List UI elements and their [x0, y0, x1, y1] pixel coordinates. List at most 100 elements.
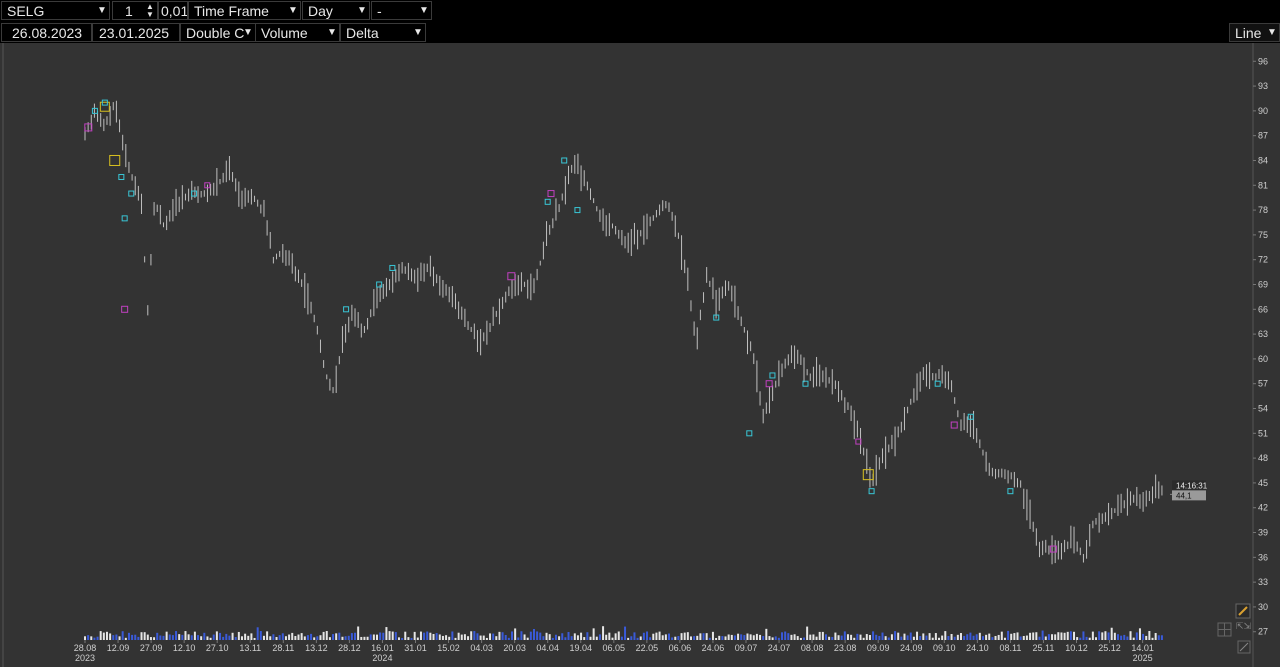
volume-bar — [639, 636, 642, 640]
volume-bar — [313, 637, 316, 640]
volume-bar — [1138, 628, 1141, 640]
volume-bar — [93, 637, 96, 640]
volume-bar — [724, 636, 727, 640]
volume-bar — [884, 636, 887, 640]
volume-bar — [598, 634, 601, 640]
chevron-down-icon[interactable]: ▼ — [356, 2, 368, 19]
chevron-down-icon[interactable]: ▼ — [287, 2, 299, 19]
volume-bar — [429, 632, 432, 640]
volume-bar — [159, 635, 162, 640]
volume-bar — [733, 635, 736, 640]
volume-bar — [784, 631, 787, 640]
volume-bar — [705, 633, 708, 640]
volume-bar — [922, 633, 925, 640]
symbol-select[interactable]: SELG ▼ — [1, 1, 110, 20]
volume-bar — [749, 634, 752, 640]
pencil-icon[interactable] — [1235, 603, 1251, 619]
x-tick-label: 23.08 — [834, 643, 857, 653]
volume-bar — [564, 637, 567, 640]
chevron-down-icon[interactable]: ▼ — [1266, 24, 1278, 41]
volume-bar — [118, 636, 121, 640]
chevron-down-icon[interactable]: ▼ — [242, 24, 254, 41]
volume-bar — [234, 637, 237, 640]
volume-bar — [840, 635, 843, 640]
tick-size-field[interactable]: 0,01 — [158, 1, 188, 20]
volume-bar — [1123, 634, 1126, 640]
volume-bar — [197, 635, 200, 640]
volume-bar — [470, 631, 473, 640]
chevron-down-icon[interactable]: ▼ — [418, 2, 430, 19]
volume-bar — [630, 636, 633, 640]
volume-bar — [649, 637, 652, 640]
volume-bar — [476, 633, 479, 640]
volume-bar — [696, 635, 699, 640]
date-to-field[interactable]: 23.01.2025 — [92, 23, 180, 42]
timeframe-label: Time Frame — [194, 3, 269, 19]
volume-bar — [1032, 632, 1035, 640]
volume-bar — [1038, 636, 1041, 640]
stepper-arrows-icon[interactable]: ▲ ▼ — [144, 3, 156, 19]
volume-bar — [1029, 632, 1032, 640]
volume-bar — [504, 635, 507, 640]
multiplier-value: 1 — [125, 3, 133, 19]
extra-select[interactable]: - ▼ — [371, 1, 432, 20]
y-tick-label: 90 — [1258, 106, 1268, 116]
volume-bar — [818, 631, 821, 640]
volume-bar — [699, 633, 702, 640]
chart-background — [0, 43, 1280, 667]
volume-bar — [831, 636, 834, 640]
volume-bar — [485, 637, 488, 640]
volume-bar — [1094, 637, 1097, 640]
x-tick-label: 20.03 — [503, 643, 526, 653]
volume-bar — [667, 633, 670, 640]
x-tick-label: 09.10 — [933, 643, 956, 653]
volume-bar — [1016, 632, 1019, 640]
volume-bar — [894, 631, 897, 640]
volume-bar — [815, 636, 818, 640]
date-from-field[interactable]: 26.08.2023 — [1, 23, 92, 42]
volume-bar — [545, 632, 548, 640]
volume-bar — [868, 635, 871, 640]
volume-bar — [1160, 635, 1163, 640]
chart-style-select[interactable]: Double C ▼ — [180, 23, 256, 42]
x-tick-label: 13.11 — [239, 643, 261, 653]
volume-bar — [689, 636, 692, 640]
volume-bar — [580, 632, 583, 640]
delta-select[interactable]: Delta ▼ — [340, 23, 426, 42]
volume-bar — [181, 634, 184, 640]
volume-bar — [781, 632, 784, 640]
volume-bar — [1063, 632, 1066, 640]
volume-bar — [743, 635, 746, 640]
volume-bar — [96, 636, 99, 640]
volume-select[interactable]: Volume ▼ — [255, 23, 340, 42]
x-tick-label: 15.02 — [437, 643, 460, 653]
timeframe-select[interactable]: Time Frame ▼ — [188, 1, 301, 20]
price-chart[interactable]: 96 93 90 87 84 81 78 75 72 69 66 63 60 57 54 51 48 45 42 39… — [0, 43, 1280, 667]
volume-bar — [1054, 634, 1057, 640]
volume-bar — [363, 636, 366, 640]
x-tick-label: 12.09 — [107, 643, 130, 653]
date-to-value: 23.01.2025 — [99, 25, 170, 41]
chevron-down-icon[interactable]: ▼ — [412, 24, 424, 41]
volume-bar — [171, 635, 174, 640]
volume-bar — [372, 634, 375, 640]
volume-bar — [140, 632, 143, 640]
x-tick-year-label: 2025 — [1133, 653, 1153, 663]
volume-bar — [878, 635, 881, 640]
expand-icon[interactable]: ⇱⇲ — [1236, 621, 1252, 631]
chevron-down-icon[interactable]: ▼ — [96, 2, 108, 19]
volume-bar — [1022, 635, 1025, 640]
period-select[interactable]: Day ▼ — [302, 1, 370, 20]
volume-bar — [244, 633, 247, 640]
volume-bar — [426, 631, 429, 640]
volume-bar — [284, 636, 287, 640]
volume-bar — [501, 632, 504, 640]
multiplier-stepper[interactable]: 1 ▲ ▼ — [112, 1, 158, 20]
toolbar-row-2: 26.08.2023 23.01.2025 Double C ▼ Volume … — [0, 22, 1280, 43]
draw-mode-select[interactable]: Line ▼ — [1229, 23, 1280, 42]
volume-bar — [862, 637, 865, 640]
volume-bar — [602, 626, 605, 640]
volume-bar — [539, 632, 542, 640]
chevron-down-icon[interactable]: ▼ — [326, 24, 338, 41]
y-tick-label: 54 — [1258, 404, 1268, 414]
